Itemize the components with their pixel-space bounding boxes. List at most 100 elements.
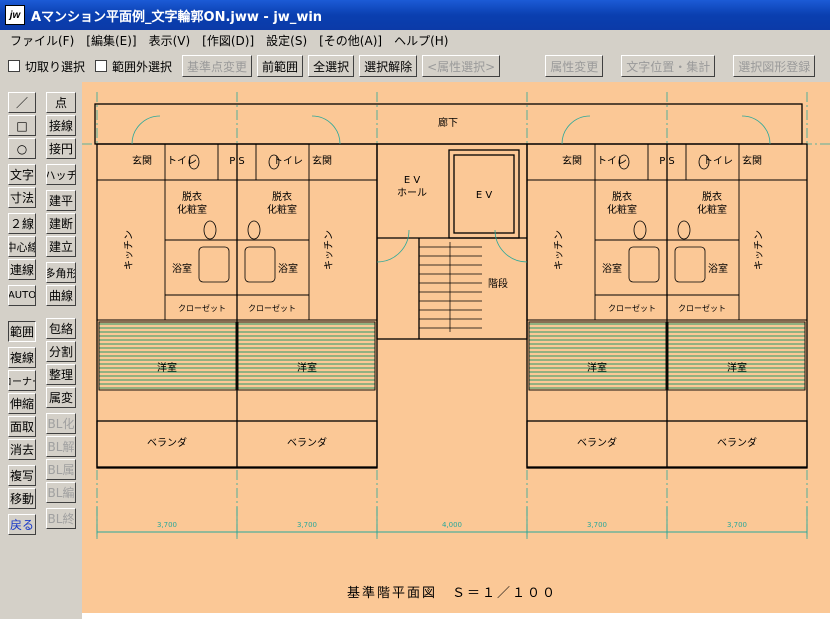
center-line-tool-button[interactable]: 中心線 bbox=[8, 236, 36, 257]
attribute-change-button[interactable]: 属性変更 bbox=[545, 55, 604, 77]
title-bar: jw Aマンション平面例_文字輪郭ON.jww - jw_win bbox=[0, 0, 830, 30]
dimension-label: 3,700 bbox=[297, 521, 317, 529]
copy-tool-button[interactable]: 複写 bbox=[8, 465, 36, 486]
move-tool-button[interactable]: 移動 bbox=[8, 488, 36, 509]
menu-edit[interactable]: [編集(E)] bbox=[80, 32, 142, 49]
menu-draw[interactable]: [作図(D)] bbox=[196, 32, 260, 49]
building-elevation-tool-button[interactable]: 建立 bbox=[46, 236, 76, 257]
envelope-tool-button[interactable]: 包絡 bbox=[46, 318, 76, 339]
block-create-button[interactable]: BL化 bbox=[46, 413, 76, 434]
split-tool-button[interactable]: 分割 bbox=[46, 341, 76, 362]
status-strip bbox=[82, 613, 830, 619]
offset-line-tool-button[interactable]: 複線 bbox=[8, 347, 36, 368]
hatch-tool-button[interactable]: ハッチ bbox=[46, 164, 76, 185]
dimension-tool-button[interactable]: 寸法 bbox=[8, 187, 36, 208]
building-plan-tool-button[interactable]: 建平 bbox=[46, 190, 76, 211]
menu-help[interactable]: ヘルプ(H) bbox=[388, 32, 454, 49]
corridor-label: 廊下 bbox=[438, 116, 458, 129]
double-line-tool-button[interactable]: ２線 bbox=[8, 213, 36, 234]
menu-file[interactable]: ファイル(F) bbox=[4, 32, 80, 49]
floor-plan-drawing: 廊下 玄関 玄関 玄関 玄関 トイレ トイレ トイレ トイレ P S P S 脱… bbox=[82, 92, 830, 601]
kitchen-label: キッチン bbox=[753, 230, 765, 270]
block-edit-button[interactable]: BL編 bbox=[46, 482, 76, 503]
toilet-label: トイレ bbox=[273, 156, 303, 167]
menu-other[interactable]: [その他(A)] bbox=[313, 32, 388, 49]
attribute-modify-tool-button[interactable]: 属変 bbox=[46, 387, 76, 408]
kitchen-label: キッチン bbox=[553, 230, 565, 270]
select-all-button[interactable]: 全選択 bbox=[308, 55, 355, 77]
veranda-label: ベランダ bbox=[717, 436, 757, 449]
veranda-label: ベランダ bbox=[577, 436, 617, 449]
tangent-circle-tool-button[interactable]: 接円 bbox=[46, 138, 76, 159]
building-section-tool-button[interactable]: 建断 bbox=[46, 213, 76, 234]
register-selection-button[interactable]: 選択図形登録 bbox=[733, 55, 816, 77]
toilet-label: トイレ bbox=[703, 156, 733, 167]
block-attribute-button[interactable]: BL属 bbox=[46, 459, 76, 480]
organize-tool-button[interactable]: 整理 bbox=[46, 364, 76, 385]
corner-tool-button[interactable]: コーナー bbox=[8, 370, 36, 391]
ps-label: P S bbox=[659, 156, 675, 167]
dressing-label: 脱衣 bbox=[182, 190, 202, 203]
point-tool-button[interactable]: 点 bbox=[46, 92, 76, 113]
window-title: Aマンション平面例_文字輪郭ON.jww - jw_win bbox=[31, 9, 323, 25]
previous-range-button[interactable]: 前範囲 bbox=[257, 55, 304, 77]
change-base-point-button[interactable]: 基準点変更 bbox=[182, 55, 253, 77]
stretch-tool-button[interactable]: 伸縮 bbox=[8, 393, 36, 414]
ev-hall-label: ホール bbox=[397, 187, 427, 199]
dressing-label: 脱衣 bbox=[272, 190, 292, 203]
block-explode-button[interactable]: BL解 bbox=[46, 436, 76, 457]
rectangle-tool-button[interactable]: □ bbox=[8, 115, 36, 136]
dressing-label: 化粧室 bbox=[697, 203, 727, 216]
selection-toolbar: 切取り選択 範囲外選択 基準点変更 前範囲 全選択 選択解除 <属性選択> 属性… bbox=[0, 53, 830, 79]
text-tool-button[interactable]: 文字 bbox=[8, 164, 36, 185]
crop-select-label: 切取り選択 bbox=[25, 59, 86, 74]
range-tool-button[interactable]: 範囲 bbox=[8, 321, 36, 342]
ps-label: P S bbox=[229, 156, 245, 167]
kitchen-label: キッチン bbox=[123, 230, 135, 270]
curve-tool-button[interactable]: 曲線 bbox=[46, 285, 76, 306]
entrance-label: 玄関 bbox=[562, 154, 582, 167]
bath-label: 浴室 bbox=[602, 262, 622, 275]
dimension-label: 4,000 bbox=[442, 521, 462, 529]
line-tool-button[interactable]: ／ bbox=[8, 92, 36, 113]
closet-label: クローゼット bbox=[178, 303, 226, 313]
crop-select-checkbox[interactable]: 切取り選択 bbox=[8, 58, 85, 75]
checkbox-box[interactable] bbox=[8, 60, 20, 72]
dressing-label: 化粧室 bbox=[267, 203, 297, 216]
polygon-tool-button[interactable]: 多角形 bbox=[46, 262, 76, 283]
menu-view[interactable]: 表示(V) bbox=[143, 32, 197, 49]
attribute-select-button[interactable]: <属性選択> bbox=[422, 55, 501, 77]
circle-tool-button[interactable]: ○ bbox=[8, 138, 36, 159]
block-end-button[interactable]: BL終 bbox=[46, 508, 76, 529]
erase-tool-button[interactable]: 消去 bbox=[8, 439, 36, 460]
entrance-label: 玄関 bbox=[312, 154, 332, 167]
menu-bar: ファイル(F) [編集(E)] 表示(V) [作図(D)] 設定(S) [その他… bbox=[0, 30, 830, 50]
tool-palette: ／ □ ○ 文字 寸法 ２線 中心線 連線 AUTO 範囲 複線 コーナー 伸縮… bbox=[0, 82, 80, 619]
western-room-label: 洋室 bbox=[297, 361, 317, 374]
text-position-count-button[interactable]: 文字位置・集計 bbox=[621, 55, 716, 77]
closet-label: クローゼット bbox=[678, 303, 726, 313]
continuous-line-tool-button[interactable]: 連線 bbox=[8, 259, 36, 280]
chamfer-tool-button[interactable]: 面取 bbox=[8, 416, 36, 437]
app-icon: jw bbox=[5, 5, 25, 25]
entrance-label: 玄関 bbox=[132, 154, 152, 167]
deselect-button[interactable]: 選択解除 bbox=[359, 55, 418, 77]
veranda-label: ベランダ bbox=[287, 436, 327, 449]
auto-tool-button[interactable]: AUTO bbox=[8, 285, 36, 306]
outside-select-checkbox[interactable]: 範囲外選択 bbox=[95, 58, 172, 75]
plan-title: 基準階平面図 Ｓ＝１／１００ bbox=[347, 585, 557, 601]
menu-settings[interactable]: 設定(S) bbox=[260, 32, 313, 49]
drawing-canvas[interactable]: 廊下 玄関 玄関 玄関 玄関 トイレ トイレ トイレ トイレ P S P S 脱… bbox=[82, 82, 830, 613]
entrance-label: 玄関 bbox=[742, 154, 762, 167]
undo-button[interactable]: 戻る bbox=[8, 514, 36, 535]
western-room-label: 洋室 bbox=[727, 361, 747, 374]
dimension-label: 3,700 bbox=[727, 521, 747, 529]
western-room-label: 洋室 bbox=[587, 361, 607, 374]
toilet-label: トイレ bbox=[597, 156, 627, 167]
tangent-line-tool-button[interactable]: 接線 bbox=[46, 115, 76, 136]
bath-label: 浴室 bbox=[708, 262, 728, 275]
elevator-label: E V bbox=[476, 190, 492, 201]
dressing-label: 脱衣 bbox=[612, 190, 632, 203]
bath-label: 浴室 bbox=[278, 262, 298, 275]
checkbox-box[interactable] bbox=[95, 60, 108, 72]
